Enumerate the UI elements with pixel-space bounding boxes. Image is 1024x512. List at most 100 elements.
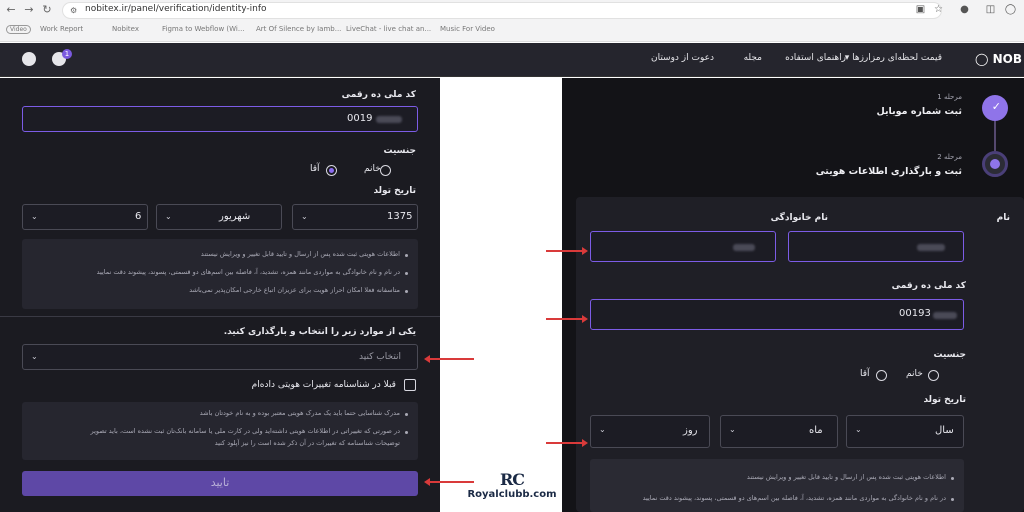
notification-badge: 1 <box>62 49 72 59</box>
bookmark-figma[interactable]: Figma to Webflow (Wi... <box>162 25 245 33</box>
last-name-input[interactable] <box>590 231 776 262</box>
bullet-icon <box>405 254 408 257</box>
step2-current-icon <box>982 151 1008 177</box>
chevron-down-icon: ⌄ <box>599 425 606 434</box>
note-item: اطلاعات هویتی ثبت شده پس از ارسال و تایی… <box>746 473 946 481</box>
document-select-label: یکی از موارد زیر را انتخاب و بارگذاری کن… <box>223 327 416 337</box>
bookmarks-bar: Video Work Report Nobitex Figma to Webfl… <box>0 22 1024 40</box>
profile-icon[interactable]: ◯ <box>1004 3 1017 16</box>
checkmark-icon: ✓ <box>991 100 1001 113</box>
nav-invite-friends[interactable]: دعوت از دوستان <box>651 53 714 63</box>
nav-crypto-prices[interactable]: قیمت لحظه‌ای رمزارزها ▾ <box>845 53 942 63</box>
site-info-icon[interactable]: ⚙ <box>70 6 77 15</box>
national-code-input[interactable]: 0019 <box>22 106 418 132</box>
gender-male-label: آقا <box>310 164 320 174</box>
gender-female-radio[interactable] <box>380 165 391 176</box>
nav-magazine[interactable]: مجله <box>744 53 762 63</box>
app-header: ◯ NOB قیمت لحظه‌ای رمزارزها ▾ راهنمای اس… <box>0 43 1024 77</box>
identity-notes-box: اطلاعات هویتی ثبت شده پس از ارسال و تایی… <box>590 459 964 512</box>
bookmark-art-of-silence[interactable]: Art Of Silence by Iamb... <box>256 25 341 33</box>
document-notes-box: مدرک شناسایی حتما باید یک مدرک هویتی معت… <box>22 402 418 460</box>
step1-title: ثبت شماره موبایل <box>876 106 963 117</box>
note-item: در نام و نام خانوادگی به مواردی مانند هم… <box>642 494 946 502</box>
gender-male-radio[interactable] <box>876 370 887 381</box>
birth-year-select[interactable]: سال ⌄ <box>846 415 964 448</box>
bookmark-star-icon[interactable]: ☆ <box>932 3 945 16</box>
bookmark-work-report[interactable]: Work Report <box>40 25 83 33</box>
note-item: متاسفانه فعلا امکان احراز هویت برای عزیز… <box>189 286 400 294</box>
bookmark-video[interactable]: Video <box>6 25 31 34</box>
nav-guide[interactable]: راهنمای استفاده <box>785 53 846 63</box>
bullet-icon <box>405 272 408 275</box>
cast-icon[interactable]: ▣ <box>914 3 927 16</box>
metamask-icon[interactable]: ● <box>958 3 971 16</box>
gender-male-radio[interactable] <box>326 165 337 176</box>
watermark: RC Royalclubb.com <box>452 470 572 500</box>
step-connector <box>994 121 996 151</box>
right-verification-form: ✓ مرحله 1 ثبت شماره موبایل مرحله 2 ثبت و… <box>562 78 1024 512</box>
birth-day-select[interactable]: روز ⌄ <box>590 415 710 448</box>
last-name-label: نام خانوادگی <box>770 213 828 223</box>
gender-female-radio[interactable] <box>928 370 939 381</box>
chevron-down-icon: ⌄ <box>31 212 38 221</box>
identity-change-label: قبلا در شناسنامه تغییرات هویتی داده‌ام <box>251 380 396 390</box>
gender-female-label: خانم <box>364 164 381 174</box>
birth-date-label: تاریخ تولد <box>373 186 416 196</box>
identity-change-checkbox[interactable] <box>404 379 416 391</box>
bookmark-livechat[interactable]: LiveChat - live chat an... <box>346 25 431 33</box>
nobitex-logo[interactable]: ◯ NOB <box>975 52 1022 66</box>
bullet-icon <box>405 413 408 416</box>
arrow-to-document-select <box>424 355 474 363</box>
birth-month-select[interactable]: ماه ⌄ <box>720 415 838 448</box>
extensions-icon[interactable]: ◫ <box>984 3 997 16</box>
first-name-input[interactable] <box>788 231 964 262</box>
document-type-select[interactable]: انتخاب کنید ⌄ <box>22 344 418 370</box>
reload-icon[interactable]: ↻ <box>40 3 54 17</box>
birth-month-select[interactable]: شهریور ⌄ <box>156 204 282 230</box>
redacted-digits <box>376 116 402 123</box>
bookmark-nobitex[interactable]: Nobitex <box>112 25 139 33</box>
chevron-down-icon: ⌄ <box>31 352 38 361</box>
watermark-logo: RC <box>499 470 525 489</box>
address-bar[interactable]: ⚙ nobitex.ir/panel/verification/identity… <box>62 2 942 19</box>
forward-icon[interactable]: → <box>22 3 36 17</box>
redacted-last-name <box>733 244 755 251</box>
back-icon[interactable]: ← <box>4 3 18 17</box>
arrow-to-national-code <box>546 315 588 323</box>
left-verification-form: کد ملی ده رقمی 0019 جنسیت خانم آقا تاریخ… <box>0 78 440 512</box>
gender-female-label: خانم <box>906 369 923 379</box>
identity-card: نام نام خانوادگی کد ملی ده رقمی 00193 جن… <box>576 197 1024 512</box>
national-code-label: کد ملی ده رقمی <box>341 90 416 100</box>
arrow-to-birth-date <box>546 439 588 447</box>
watermark-text: Royalclubb.com <box>467 489 557 500</box>
step2-number: مرحله 2 <box>937 153 962 161</box>
arrow-to-names <box>546 247 588 255</box>
doc-note-item: مدرک شناسایی حتما باید یک مدرک هویتی معت… <box>199 409 400 417</box>
national-code-input[interactable]: 00193 <box>590 299 964 330</box>
first-name-label: نام <box>996 213 1010 223</box>
gender-label: جنسیت <box>933 350 966 360</box>
bullet-icon <box>405 290 408 293</box>
gender-male-label: آقا <box>860 369 870 379</box>
doc-note-item: در صورتی که تغییراتی در اطلاعات هویتی دا… <box>90 427 401 435</box>
birth-year-select[interactable]: 1375 ⌄ <box>292 204 418 230</box>
chevron-down-icon: ⌄ <box>729 425 736 434</box>
birth-day-select[interactable]: 6 ⌄ <box>22 204 148 230</box>
bullet-icon <box>405 431 408 434</box>
step1-number: مرحله 1 <box>937 93 962 101</box>
chevron-down-icon: ⌄ <box>165 212 172 221</box>
chevron-down-icon: ⌄ <box>855 425 862 434</box>
redacted-first-name <box>917 244 945 251</box>
gender-label: جنسیت <box>383 146 416 156</box>
browser-chrome: ← → ↻ ⚙ nobitex.ir/panel/verification/id… <box>0 0 1024 42</box>
user-icon[interactable] <box>22 52 36 66</box>
redacted-digits <box>933 312 957 319</box>
chevron-down-icon: ⌄ <box>301 212 308 221</box>
note-item: اطلاعات هویتی ثبت شده پس از ارسال و تایی… <box>200 250 400 258</box>
section-divider <box>0 316 440 317</box>
address-row: ← → ↻ ⚙ nobitex.ir/panel/verification/id… <box>0 0 1024 21</box>
confirm-button[interactable]: تایید <box>22 471 418 496</box>
national-code-label: کد ملی ده رقمی <box>891 281 966 291</box>
step2-title: ثبت و بارگذاری اطلاعات هویتی <box>815 166 962 177</box>
bookmark-music[interactable]: Music For Video <box>440 25 495 33</box>
